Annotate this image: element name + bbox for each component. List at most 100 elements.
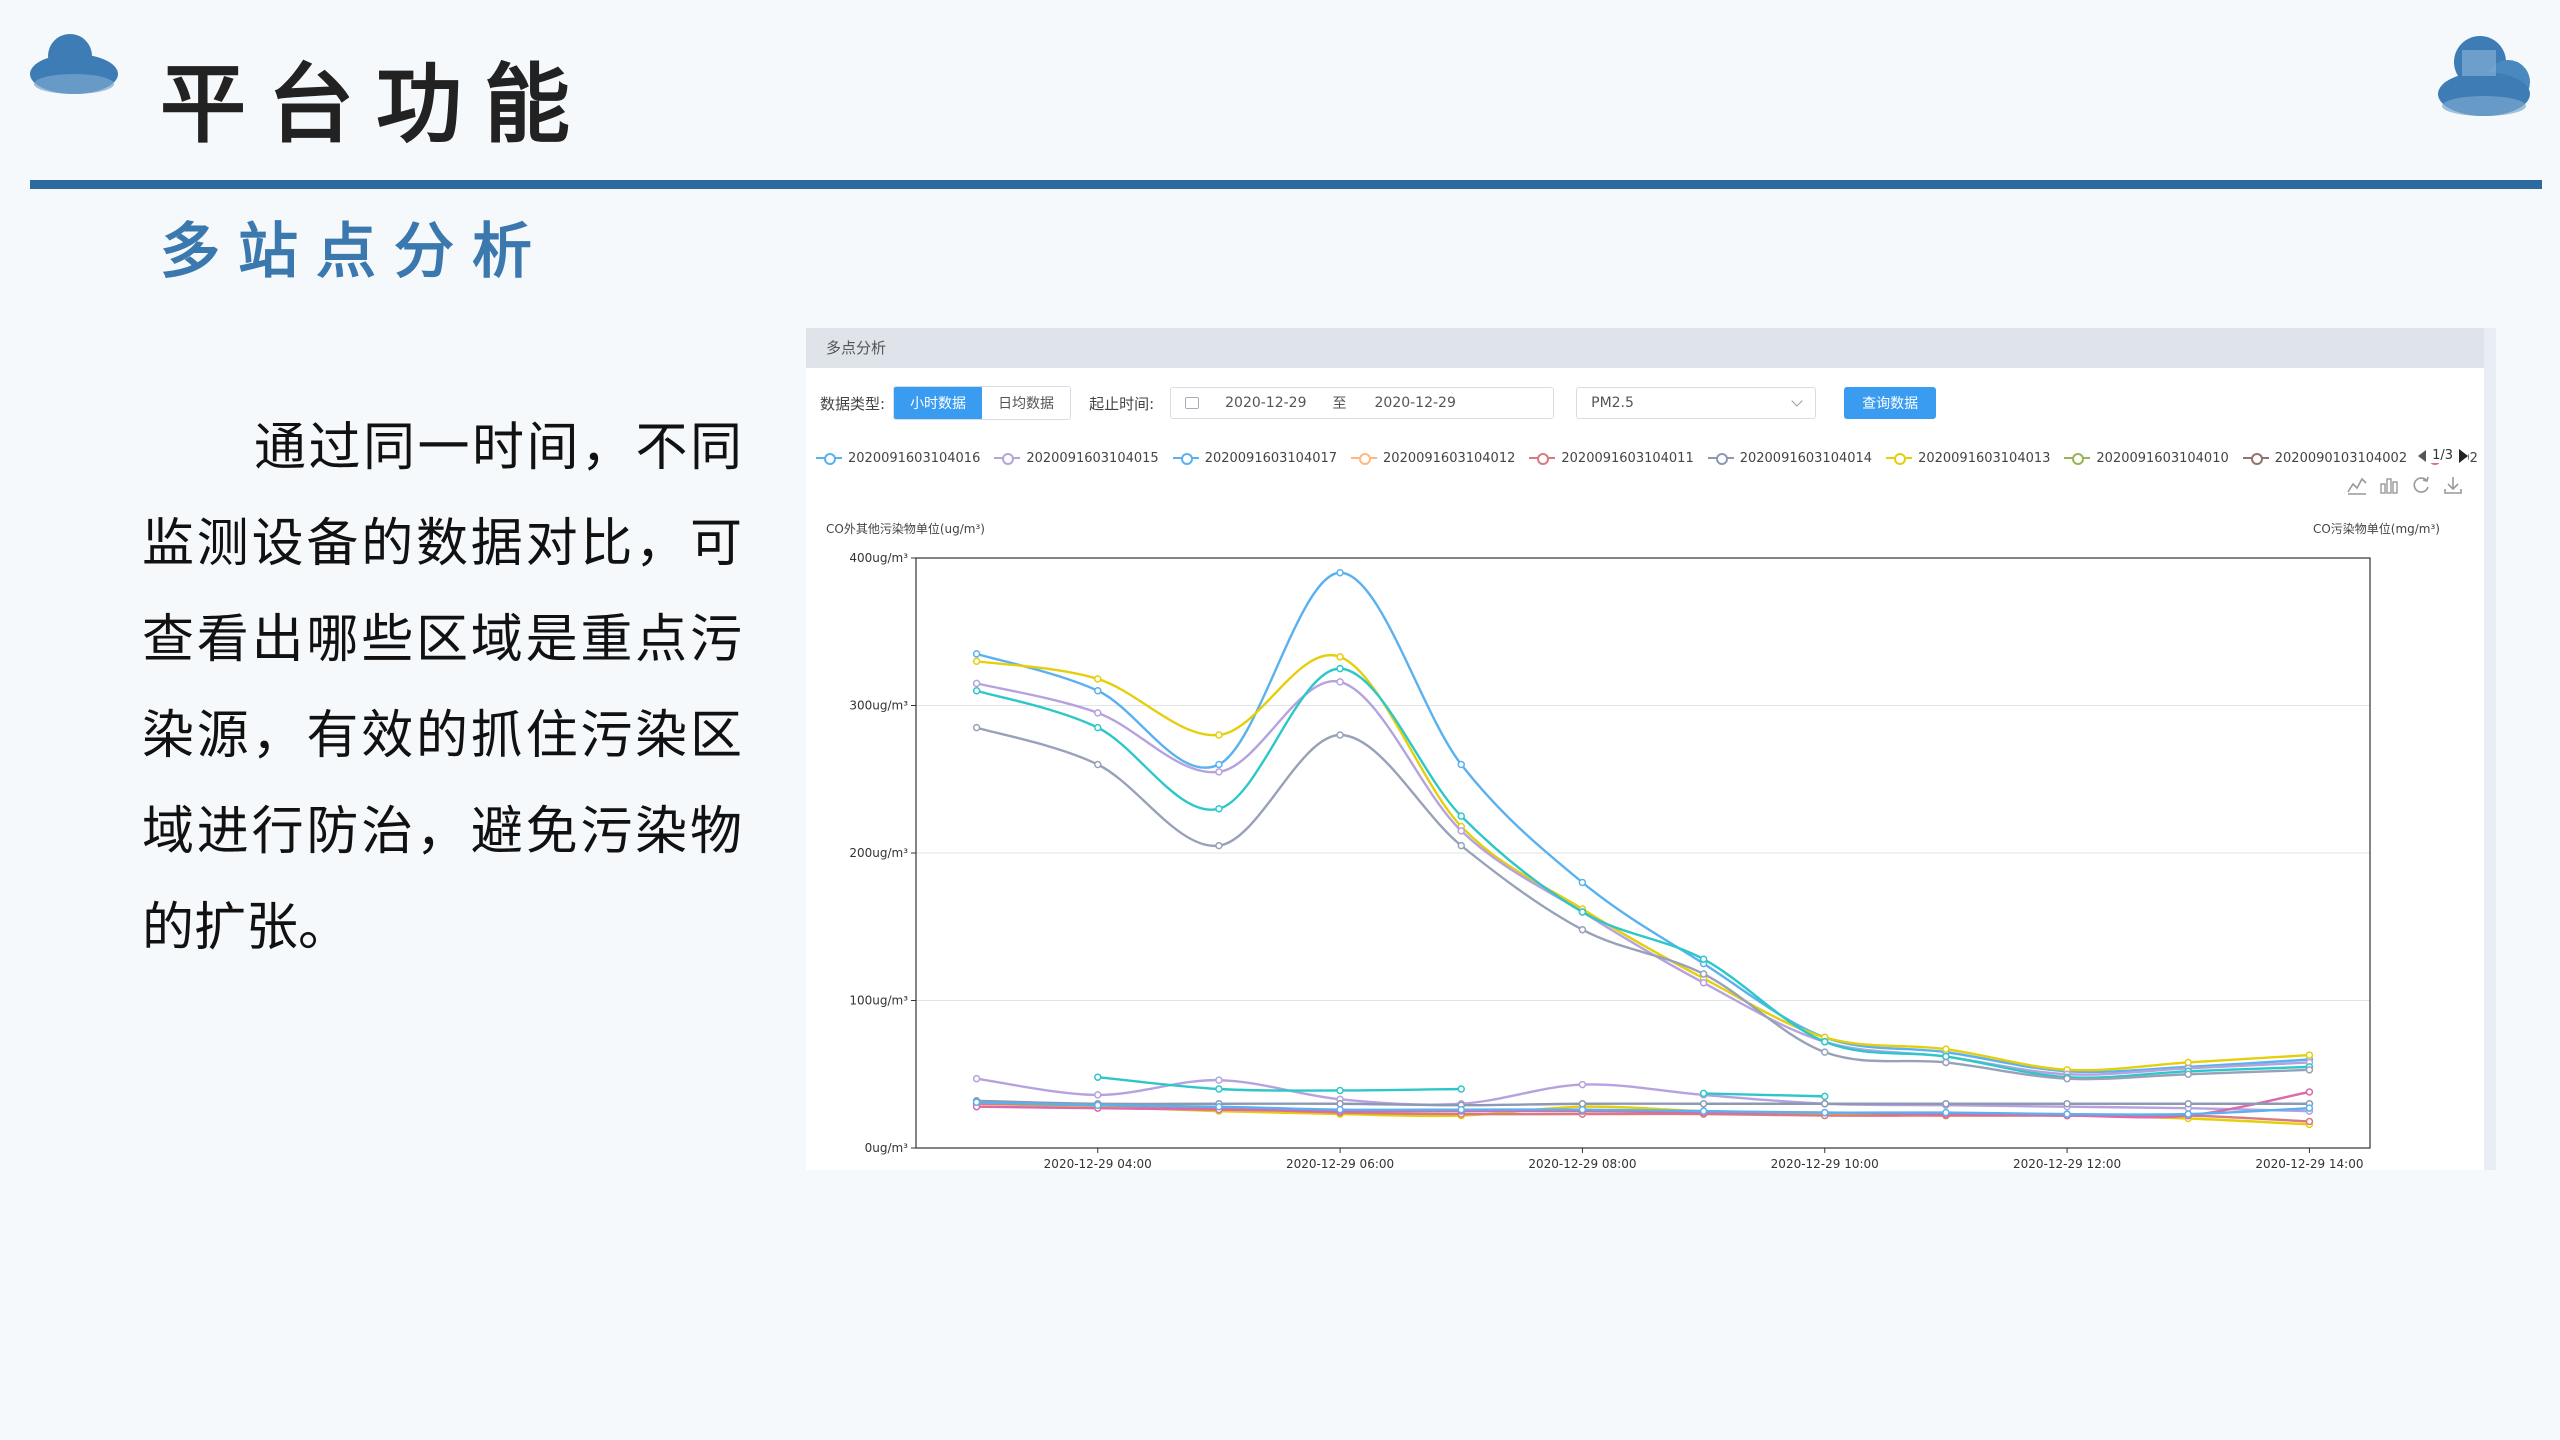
data-point[interactable] — [1821, 1100, 1829, 1108]
data-point[interactable] — [1215, 768, 1223, 776]
data-point[interactable] — [1215, 805, 1223, 813]
data-point[interactable] — [1094, 1101, 1102, 1109]
data-point[interactable] — [1336, 664, 1344, 673]
data-point[interactable] — [1215, 731, 1223, 739]
data-point[interactable] — [1699, 1089, 1708, 1098]
data-point[interactable] — [1094, 1091, 1102, 1099]
data-point[interactable] — [2063, 1074, 2071, 1083]
data-point[interactable] — [1215, 1102, 1223, 1111]
data-point[interactable] — [2063, 1100, 2071, 1108]
data-point[interactable] — [1457, 841, 1465, 850]
legend-item[interactable]: 2020091603104010 — [2064, 451, 2229, 466]
data-point[interactable] — [2184, 1070, 2192, 1078]
refresh-icon[interactable] — [2410, 474, 2432, 496]
data-point[interactable] — [2305, 1117, 2314, 1126]
download-icon[interactable] — [2442, 474, 2464, 496]
data-point[interactable] — [1942, 1058, 1950, 1067]
start-date-value[interactable]: 2020-12-29 — [1225, 395, 1306, 411]
data-point[interactable] — [1578, 925, 1587, 934]
data-point[interactable] — [1942, 1108, 1950, 1117]
data-point[interactable] — [1457, 812, 1465, 820]
end-date-value[interactable]: 2020-12-29 — [1375, 395, 1456, 411]
data-point[interactable] — [2184, 1110, 2192, 1118]
series-line[interactable] — [976, 726, 2310, 1081]
data-point[interactable] — [1336, 678, 1344, 686]
data-point[interactable] — [1215, 760, 1223, 769]
page-prev-icon[interactable] — [2418, 449, 2427, 462]
data-point[interactable] — [1094, 723, 1102, 732]
legend-item[interactable]: 2020091603104011 — [1529, 451, 1694, 466]
data-point[interactable] — [1942, 1052, 1950, 1061]
legend-page-indicator: 1/3 — [2432, 448, 2453, 463]
data-point[interactable] — [2305, 1104, 2314, 1112]
page-next-icon[interactable] — [2459, 448, 2468, 463]
legend-item[interactable]: 2020091603104013 — [1886, 451, 2050, 466]
data-point[interactable] — [972, 1074, 981, 1083]
data-point[interactable] — [1336, 1100, 1344, 1108]
query-data-button[interactable]: 查询数据 — [1844, 387, 1937, 419]
legend-item[interactable]: 2020091603104015 — [994, 451, 1159, 466]
data-point[interactable] — [1336, 569, 1344, 577]
pollutant-select[interactable]: PM2.5 — [1576, 387, 1817, 419]
data-point[interactable] — [1457, 827, 1465, 835]
data-point[interactable] — [1215, 841, 1223, 850]
data-point[interactable] — [1578, 1105, 1587, 1114]
data-point[interactable] — [1578, 878, 1587, 887]
series-line[interactable] — [976, 1099, 2310, 1107]
data-point[interactable] — [1457, 760, 1465, 769]
data-point[interactable] — [972, 1098, 981, 1107]
series-line[interactable] — [976, 667, 2310, 1079]
data-point[interactable] — [1094, 687, 1102, 695]
date-range-picker[interactable]: 2020-12-29 至 2020-12-29 — [1170, 387, 1555, 419]
data-point[interactable] — [1699, 970, 1708, 978]
data-point[interactable] — [972, 657, 981, 665]
data-point[interactable] — [1215, 1085, 1223, 1093]
data-point[interactable] — [972, 687, 981, 695]
data-point[interactable] — [1942, 1045, 1950, 1053]
data-point[interactable] — [1336, 1086, 1344, 1095]
data-point[interactable] — [1336, 653, 1344, 661]
legend-item[interactable]: 2020091603104016 — [816, 451, 980, 466]
data-point[interactable] — [1821, 1092, 1829, 1101]
data-point[interactable] — [972, 679, 981, 688]
data-point[interactable] — [2063, 1110, 2071, 1118]
data-point[interactable] — [1821, 1108, 1829, 1117]
data-point[interactable] — [1578, 908, 1587, 916]
data-point[interactable] — [1699, 1107, 1708, 1115]
data-point[interactable] — [2305, 1051, 2314, 1059]
data-point[interactable] — [1094, 1073, 1102, 1081]
legend-item[interactable]: 2020091603104017 — [1172, 451, 1337, 466]
data-point[interactable] — [1699, 955, 1708, 963]
data-point[interactable] — [1457, 1105, 1465, 1114]
data-point[interactable] — [1578, 1080, 1587, 1089]
data-point[interactable] — [1094, 709, 1102, 717]
data-point[interactable] — [1215, 1076, 1223, 1084]
series-line[interactable] — [976, 653, 2310, 1072]
legend-item[interactable]: 2020091603104012 — [1351, 451, 1515, 466]
data-point[interactable] — [1336, 1105, 1344, 1114]
data-point[interactable] — [1699, 979, 1708, 987]
data-point[interactable] — [972, 723, 981, 732]
data-point[interactable] — [1094, 675, 1102, 683]
data-point[interactable] — [1821, 1048, 1829, 1056]
data-point[interactable] — [2184, 1100, 2192, 1108]
data-point[interactable] — [1578, 1100, 1587, 1108]
series-line[interactable] — [976, 571, 2310, 1074]
data-point[interactable] — [2184, 1058, 2192, 1067]
line-chart-icon[interactable] — [2346, 474, 2368, 496]
data-point[interactable] — [1457, 1085, 1465, 1093]
data-point[interactable] — [1094, 760, 1102, 769]
data-point[interactable] — [1336, 731, 1344, 739]
data-point[interactable] — [972, 650, 981, 658]
tab-daily-data[interactable]: 日均数据 — [982, 387, 1071, 419]
data-point[interactable] — [2305, 1066, 2314, 1074]
data-point[interactable] — [1821, 1038, 1829, 1046]
legend-item[interactable]: 2020091603104014 — [1707, 451, 1872, 466]
data-point[interactable] — [1699, 1100, 1708, 1108]
data-point[interactable] — [1942, 1100, 1950, 1108]
series-line[interactable] — [976, 680, 2310, 1076]
bar-chart-icon[interactable] — [2378, 474, 2400, 496]
data-point[interactable] — [2305, 1088, 2314, 1096]
tab-hourly-data[interactable]: 小时数据 — [894, 387, 983, 419]
legend-item[interactable]: 2020090103104002 — [2242, 451, 2407, 466]
